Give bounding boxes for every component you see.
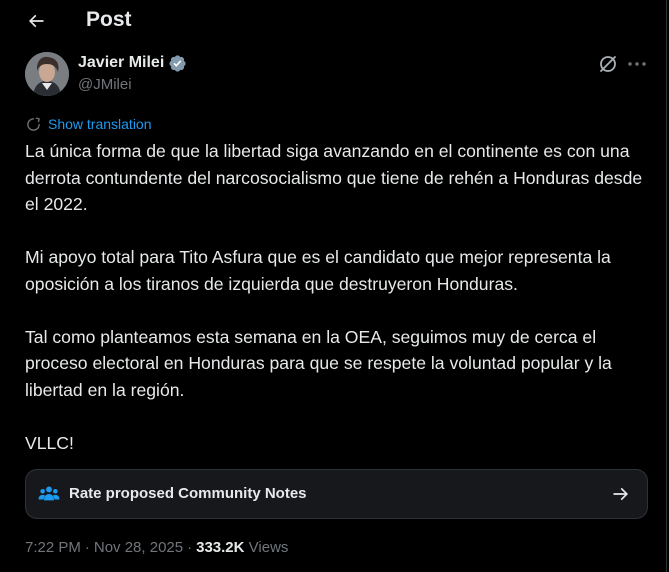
views-count[interactable]: 333.2K xyxy=(196,539,244,556)
post-paragraph: VLLC! xyxy=(25,432,74,453)
post-meta: 7:22 PM · Nov 28, 2025 · 333.2K Views xyxy=(25,538,288,558)
arrow-left-icon xyxy=(28,14,44,28)
show-translation-label[interactable]: Show translation xyxy=(48,115,152,133)
translate-globe-icon xyxy=(27,116,40,131)
author-handle[interactable]: @JMilei xyxy=(78,75,132,95)
post-paragraph: Tal como planteamos esta semana en la OE… xyxy=(25,326,612,400)
verified-badge-icon xyxy=(169,54,186,72)
post-page: Post Javier Milei @JMilei Show translati… xyxy=(0,0,666,572)
meta-separator: · xyxy=(187,539,193,556)
people-icon xyxy=(38,486,60,501)
grok-icon xyxy=(600,56,616,72)
more-button[interactable] xyxy=(625,52,649,76)
post-time[interactable]: 7:22 PM xyxy=(25,539,81,556)
post-paragraph: La única forma de que la libertad siga a… xyxy=(25,141,643,214)
avatar-image xyxy=(25,52,69,96)
grok-button[interactable] xyxy=(596,52,620,76)
community-notes-button[interactable]: Rate proposed Community Notes xyxy=(25,469,648,519)
avatar[interactable] xyxy=(25,52,69,96)
column-border xyxy=(666,0,667,572)
back-button[interactable] xyxy=(20,5,52,37)
arrow-right-icon xyxy=(613,487,629,501)
post-text: La única forma de que la libertad siga a… xyxy=(25,138,655,483)
header: Post xyxy=(0,0,666,42)
post-paragraph: Mi apoyo total para Tito Asfura que es e… xyxy=(25,247,611,294)
community-notes-label: Rate proposed Community Notes xyxy=(69,485,307,502)
post-date[interactable]: Nov 28, 2025 xyxy=(94,539,183,556)
author-name-row[interactable]: Javier Milei xyxy=(78,53,187,73)
meta-separator: · xyxy=(84,539,90,556)
page-title: Post xyxy=(86,8,132,31)
author-name[interactable]: Javier Milei xyxy=(78,53,164,73)
views-label: Views xyxy=(248,539,289,556)
more-horizontal-icon xyxy=(628,62,646,66)
show-translation-link[interactable]: Show translation xyxy=(25,115,152,133)
